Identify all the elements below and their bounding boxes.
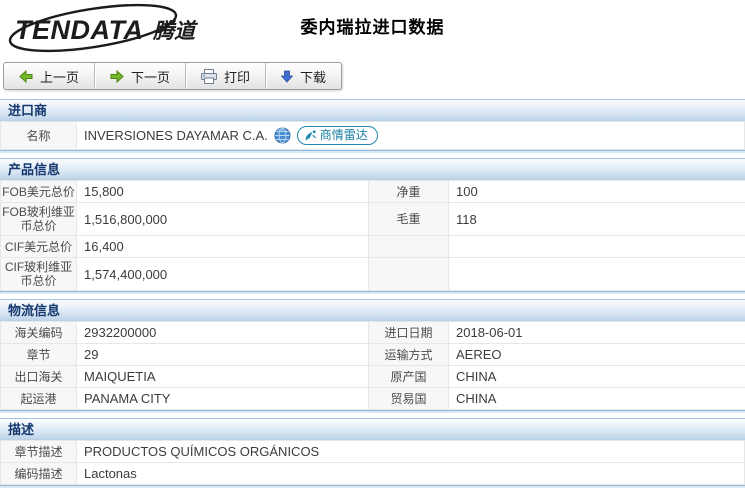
next-page-button[interactable]: 下一页: [95, 63, 186, 89]
field-label: 净重: [369, 181, 449, 203]
field-value: PANAMA CITY: [77, 388, 369, 410]
field-label: FOB玻利维亚币总价: [1, 203, 77, 236]
page-title: 委内瑞拉进口数据: [0, 13, 745, 38]
table-row: 名称 INVERSIONES DAYAMAR C.A.: [1, 122, 745, 150]
field-value: Lactonas: [77, 463, 745, 485]
field-label: 海关编码: [1, 322, 77, 344]
field-label: FOB美元总价: [1, 181, 77, 203]
product-table: FOB美元总价 15,800 净重 100 FOB玻利维亚币总价 1,516,8…: [0, 180, 745, 291]
field-label: 编码描述: [1, 463, 77, 485]
download-button[interactable]: 下载: [266, 63, 341, 89]
logistics-table: 海关编码 2932200000 进口日期 2018-06-01 章节 29 运输…: [0, 321, 745, 410]
table-row: 出口海关 MAIQUETIA 原产国 CHINA: [1, 366, 745, 388]
field-value: 1,516,800,000: [77, 203, 369, 236]
field-value: 1,574,400,000: [77, 258, 369, 291]
table-row: 章节 29 运输方式 AEREO: [1, 344, 745, 366]
field-value: 118: [449, 203, 745, 236]
section-importer: 进口商 名称 INVERSIONES DAYAMAR C.A.: [0, 99, 745, 153]
field-label: 贸易国: [369, 388, 449, 410]
field-label: 原产国: [369, 366, 449, 388]
field-label: [369, 236, 449, 258]
field-label: 章节: [1, 344, 77, 366]
field-value: 2018-06-01: [449, 322, 745, 344]
table-row: 起运港 PANAMA CITY 贸易国 CHINA: [1, 388, 745, 410]
green-arrow-left-icon: [19, 70, 33, 83]
importer-table: 名称 INVERSIONES DAYAMAR C.A.: [0, 121, 745, 150]
prev-page-button[interactable]: 上一页: [4, 63, 95, 89]
green-arrow-right-icon: [110, 70, 124, 83]
importer-name-label: 名称: [1, 122, 77, 150]
importer-name-value: INVERSIONES DAYAMAR C.A.: [84, 127, 268, 144]
section-description-title: 描述: [0, 418, 745, 440]
business-radar-label: 商情雷达: [320, 128, 368, 143]
field-value: 2932200000: [77, 322, 369, 344]
section-divider: [0, 485, 745, 488]
field-value: [449, 236, 745, 258]
download-label: 下载: [300, 67, 326, 86]
field-label: 运输方式: [369, 344, 449, 366]
table-row: 章节描述 PRODUCTOS QUÍMICOS ORGÁNICOS: [1, 441, 745, 463]
field-label: 出口海关: [1, 366, 77, 388]
section-logistics-title: 物流信息: [0, 299, 745, 321]
section-divider: [0, 291, 745, 294]
blue-arrow-down-icon: [281, 70, 293, 83]
table-row: CIF美元总价 16,400: [1, 236, 745, 258]
field-label: 毛重: [369, 203, 449, 236]
print-button[interactable]: 打印: [186, 63, 266, 89]
importer-name-cell: INVERSIONES DAYAMAR C.A.: [77, 122, 745, 150]
field-value: CHINA: [449, 366, 745, 388]
table-row: CIF玻利维亚币总价 1,574,400,000: [1, 258, 745, 291]
description-table: 章节描述 PRODUCTOS QUÍMICOS ORGÁNICOS 编码描述 L…: [0, 440, 745, 485]
top-header: TENDATA 腾道 委内瑞拉进口数据: [0, 0, 745, 57]
table-row: 编码描述 Lactonas: [1, 463, 745, 485]
table-row: 海关编码 2932200000 进口日期 2018-06-01: [1, 322, 745, 344]
printer-icon: [201, 69, 217, 84]
field-label: 起运港: [1, 388, 77, 410]
field-value: 29: [77, 344, 369, 366]
table-row: FOB美元总价 15,800 净重 100: [1, 181, 745, 203]
field-label: [369, 258, 449, 291]
print-label: 打印: [224, 67, 250, 86]
next-page-label: 下一页: [131, 67, 170, 86]
field-value: CHINA: [449, 388, 745, 410]
field-value: MAIQUETIA: [77, 366, 369, 388]
business-radar-button[interactable]: 商情雷达: [297, 126, 378, 145]
section-description: 描述 章节描述 PRODUCTOS QUÍMICOS ORGÁNICOS 编码描…: [0, 418, 745, 488]
field-value: 100: [449, 181, 745, 203]
table-row: FOB玻利维亚币总价 1,516,800,000 毛重 118: [1, 203, 745, 236]
satellite-radar-icon: [304, 129, 317, 142]
field-value: [449, 258, 745, 291]
field-label: 章节描述: [1, 441, 77, 463]
field-value: AEREO: [449, 344, 745, 366]
field-value: 16,400: [77, 236, 369, 258]
field-label: CIF玻利维亚币总价: [1, 258, 77, 291]
toolbar-row: 上一页 下一页 打印 下载: [3, 62, 745, 90]
section-product: 产品信息 FOB美元总价 15,800 净重 100 FOB玻利维亚币总价 1,…: [0, 158, 745, 294]
field-value: 15,800: [77, 181, 369, 203]
section-importer-title: 进口商: [0, 99, 745, 121]
field-label: CIF美元总价: [1, 236, 77, 258]
prev-page-label: 上一页: [40, 67, 79, 86]
globe-icon[interactable]: [274, 127, 291, 144]
section-logistics: 物流信息 海关编码 2932200000 进口日期 2018-06-01 章节 …: [0, 299, 745, 413]
section-divider: [0, 150, 745, 153]
section-divider: [0, 410, 745, 413]
field-label: 进口日期: [369, 322, 449, 344]
section-product-title: 产品信息: [0, 158, 745, 180]
field-value: PRODUCTOS QUÍMICOS ORGÁNICOS: [77, 441, 745, 463]
toolbar: 上一页 下一页 打印 下载: [3, 62, 342, 90]
